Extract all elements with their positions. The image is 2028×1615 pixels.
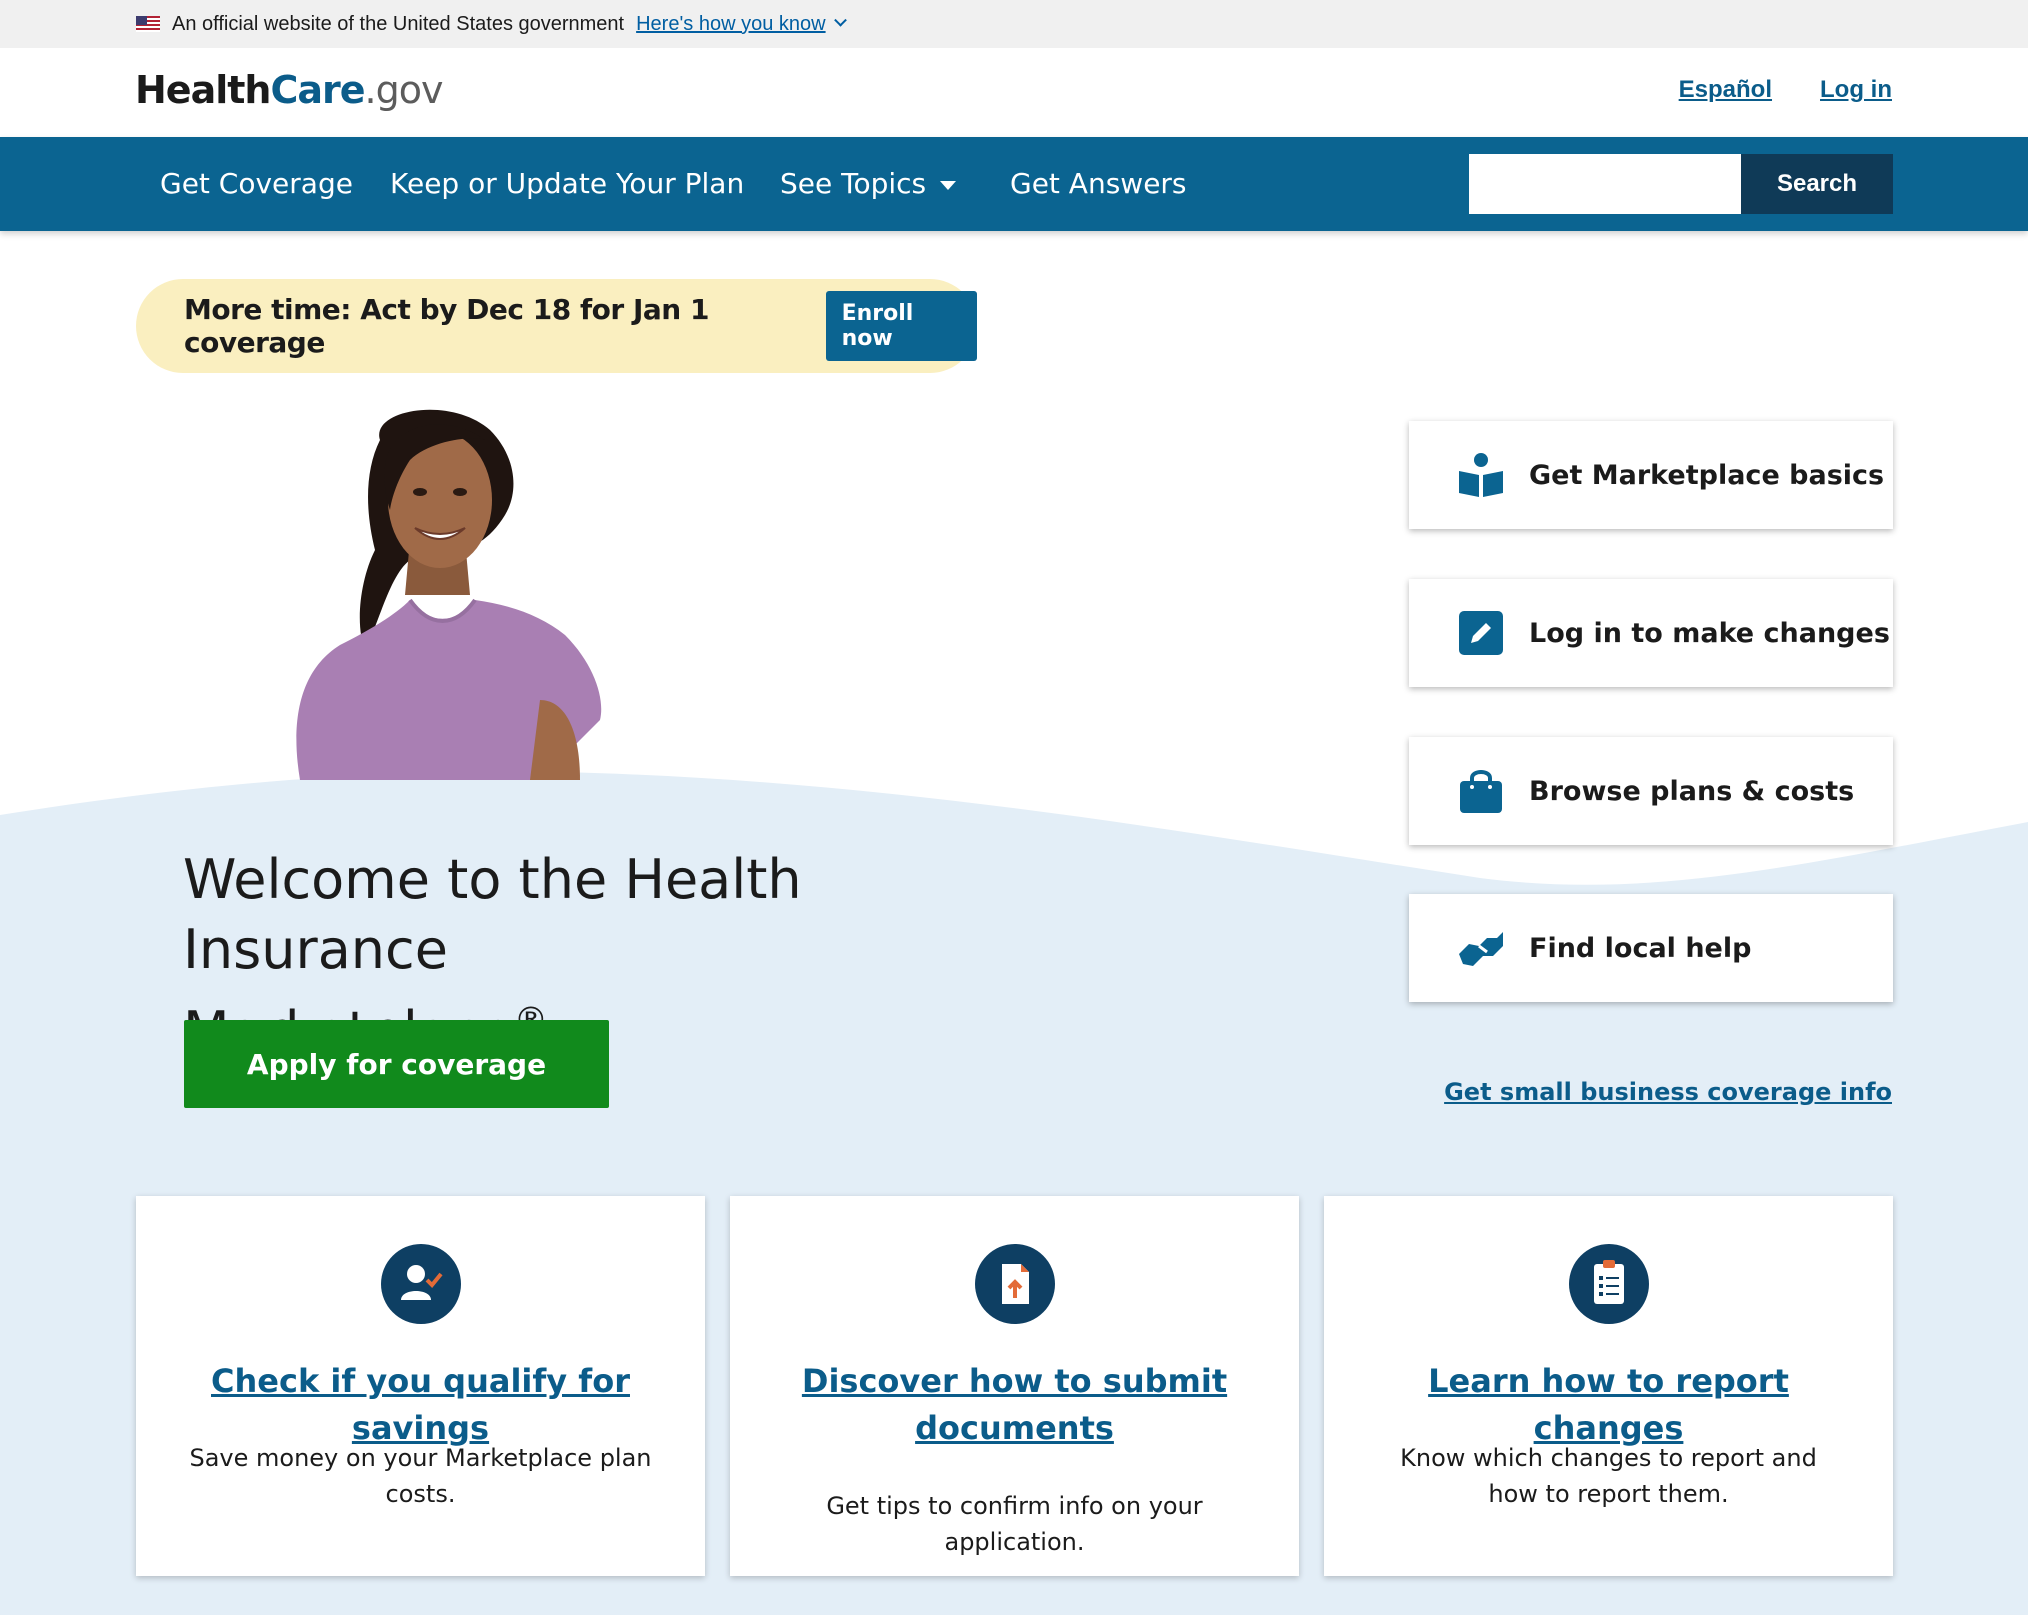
enroll-now-button[interactable]: Enroll now [825,291,977,361]
handshake-icon [1459,932,1503,966]
side-card-label: Find local help [1529,932,1752,964]
card-description: Save money on your Marketplace plan cost… [189,1444,652,1508]
side-card-label: Log in to make changes [1529,617,1890,649]
alert-text: More time: Act by Dec 18 for Jan 1 cover… [184,293,709,359]
small-business-coverage-link[interactable]: Get small business coverage info [1444,1078,1892,1106]
main-nav: Get Coverage Keep or Update Your Plan Se… [0,137,2028,231]
clipboard-list-icon [1568,1244,1649,1324]
woman-photo [296,409,602,780]
site-header: HealthCare.gov Español Log in [0,48,2028,137]
card-title-link[interactable]: Discover how to submit documents [760,1358,1269,1452]
card-submit-documents: Discover how to submit documents Get tip… [730,1196,1299,1576]
card-title-link[interactable]: Check if you qualify for savings [166,1358,675,1452]
gov-banner-text: An official website of the United States… [172,12,625,35]
search-input[interactable] [1469,154,1741,214]
shopping-bag-icon [1460,770,1502,813]
header-links: Español Log in [1679,76,1892,104]
person-check-icon [380,1244,461,1324]
deadline-alert: More time: Act by Dec 18 for Jan 1 cover… [136,279,977,373]
side-card-label: Get Marketplace basics [1529,459,1885,491]
side-card-local-help[interactable]: Find local help [1409,894,1893,1002]
nav-see-topics[interactable]: See Topics [780,167,957,200]
page-title-line1: Welcome to the Health Insurance [183,848,802,981]
pencil-icon [1459,611,1503,655]
card-report-changes: Learn how to report changes Know which c… [1324,1196,1893,1576]
nav-get-coverage[interactable]: Get Coverage [160,167,353,200]
card-title-link[interactable]: Learn how to report changes [1354,1358,1863,1452]
document-upload-icon [974,1244,1055,1324]
reader-book-icon [1459,453,1503,497]
apply-for-coverage-button[interactable]: Apply for coverage [184,1020,609,1108]
espanol-link[interactable]: Español [1679,76,1772,104]
chevron-down-icon[interactable] [833,13,847,27]
logo-part-care: Care [270,68,365,112]
side-card-browse-plans[interactable]: Browse plans & costs [1409,737,1893,845]
search-button[interactable]: Search [1741,154,1893,214]
side-card-marketplace-basics[interactable]: Get Marketplace basics [1409,421,1893,529]
healthcare-gov-logo[interactable]: HealthCare.gov [135,68,444,112]
card-description: Know which changes to report and how to … [1400,1444,1817,1508]
nav-keep-or-update-plan[interactable]: Keep or Update Your Plan [390,167,744,200]
login-link[interactable]: Log in [1820,76,1892,104]
card-description: Get tips to confirm info on your applica… [826,1492,1203,1556]
card-check-savings: Check if you qualify for savings Save mo… [136,1196,705,1576]
heres-how-you-know-link[interactable]: Here's how you know [636,13,825,36]
side-card-log-in-changes[interactable]: Log in to make changes [1409,579,1893,687]
nav-see-topics-label: See Topics [780,167,927,200]
gov-banner: An official website of the United States… [0,0,2028,48]
logo-part-health: Health [135,68,271,112]
nav-get-answers[interactable]: Get Answers [1010,167,1187,200]
us-flag-icon [136,16,160,32]
side-card-label: Browse plans & costs [1529,775,1855,807]
caret-down-icon [940,180,957,190]
logo-part-gov: .gov [364,68,444,112]
